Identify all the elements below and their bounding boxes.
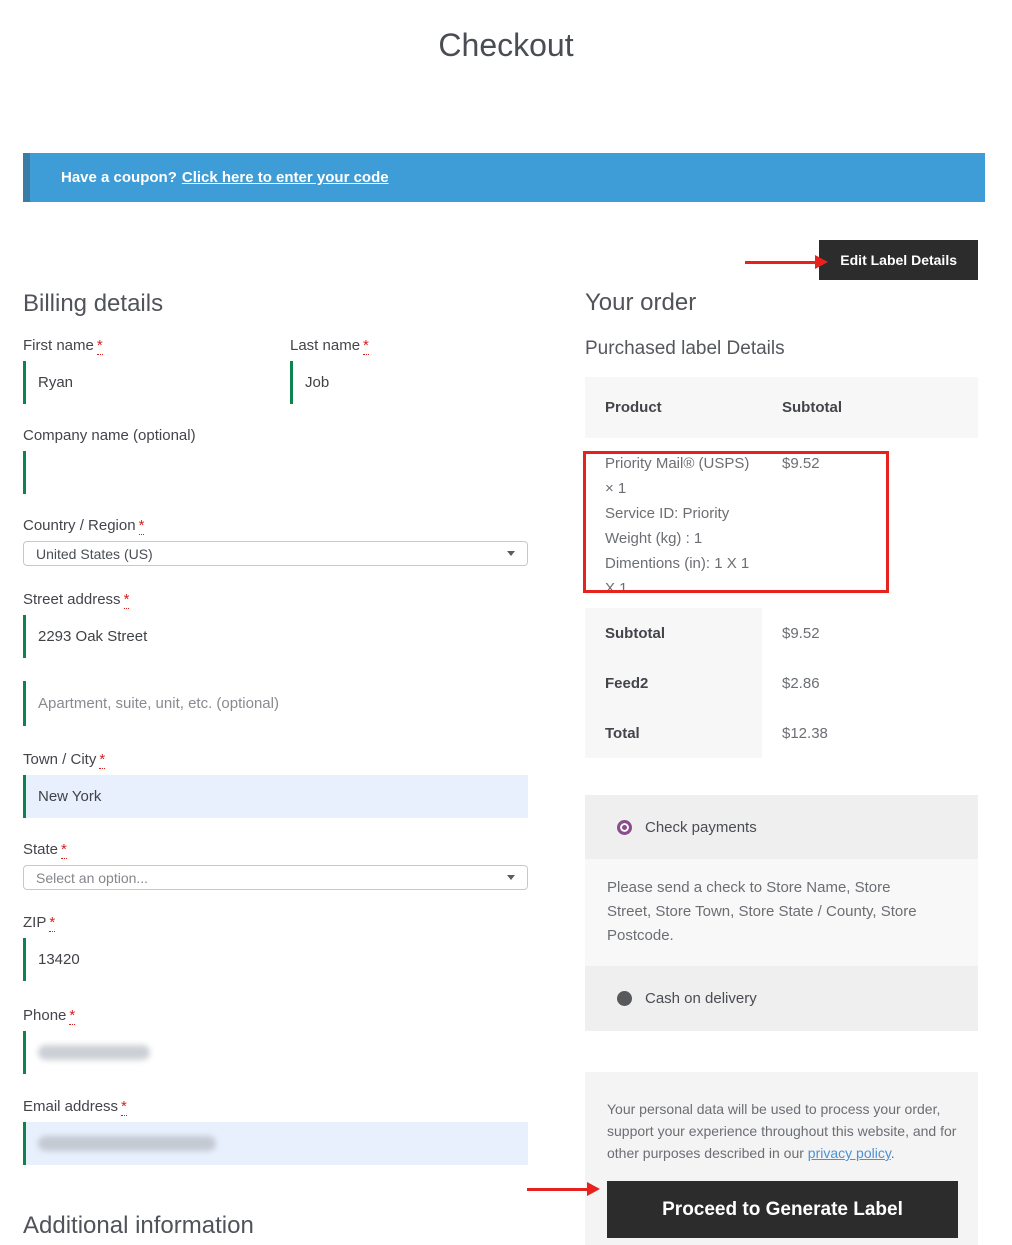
subtotal-row-value: $9.52 [762, 608, 978, 658]
first-name-input[interactable] [38, 361, 261, 404]
city-field: Town / City* [23, 751, 528, 818]
street-address-input[interactable] [38, 615, 528, 658]
your-order-heading: Your order [585, 289, 978, 317]
privacy-notice: Your personal data will be used to proce… [607, 1098, 958, 1164]
first-name-label: First name* [23, 337, 261, 354]
fee-row-value: $2.86 [762, 658, 978, 708]
city-input[interactable] [38, 775, 528, 818]
product-column-header: Product [585, 377, 762, 438]
phone-value-redacted-blur [38, 1045, 150, 1060]
required-marker: * [124, 591, 130, 609]
proceed-to-generate-label-button[interactable]: Proceed to Generate Label [607, 1181, 958, 1238]
street-address-field: Street address* [23, 591, 528, 658]
state-field: State* Select an option... [23, 841, 528, 890]
first-name-field: First name* [23, 337, 261, 404]
order-column: Edit Label Details Your order Purchased … [585, 240, 978, 1245]
product-row: Priority Mail® (USPS) × 1 Service ID: Pr… [585, 438, 978, 608]
state-label: State* [23, 841, 528, 858]
company-name-label: Company name (optional) [23, 427, 528, 444]
required-marker: * [49, 914, 55, 932]
order-review-table: Product Subtotal Priority Mail® (USPS) ×… [585, 377, 978, 758]
edit-label-details-button[interactable]: Edit Label Details [819, 240, 978, 280]
privacy-policy-link[interactable]: privacy policy [808, 1145, 891, 1161]
company-name-field: Company name (optional) [23, 427, 528, 494]
country-label: Country / Region* [23, 517, 528, 534]
payment-method-cod[interactable]: Cash on delivery [585, 966, 978, 1031]
chevron-down-icon [507, 875, 515, 880]
payment-method-check[interactable]: Check payments [585, 795, 978, 859]
order-submit-section: Your personal data will be used to proce… [585, 1072, 978, 1245]
apartment-input[interactable] [38, 681, 528, 726]
last-name-label: Last name* [290, 337, 528, 354]
check-payments-description: Please send a check to Store Name, Store… [585, 859, 978, 966]
checkout-page: Checkout Have a coupon? Click here to en… [0, 0, 1012, 1245]
product-meta-dimensions-wrap: X 1 [605, 576, 762, 601]
required-marker: * [61, 841, 67, 859]
last-name-input[interactable] [305, 361, 528, 404]
city-label: Town / City* [23, 751, 528, 768]
product-meta-dimensions: Dimentions (in): 1 X 1 [605, 551, 762, 576]
state-select-value: Select an option... [36, 870, 148, 886]
page-title: Checkout [0, 26, 1012, 64]
state-select[interactable]: Select an option... [23, 865, 528, 890]
country-field: Country / Region* United States (US) [23, 517, 528, 566]
payment-methods: Check payments Please send a check to St… [585, 795, 978, 1031]
required-marker: * [69, 1007, 75, 1025]
billing-details-heading: Billing details [23, 290, 528, 318]
subtotal-row-label: Subtotal [585, 608, 762, 658]
phone-input[interactable] [23, 1031, 528, 1074]
email-input[interactable] [23, 1122, 528, 1165]
product-meta-service-id: Service ID: Priority [605, 501, 762, 526]
coupon-text: Have a coupon? [61, 169, 177, 186]
additional-information-heading: Additional information [23, 1212, 528, 1240]
subtotal-column-header: Subtotal [762, 377, 978, 438]
check-payments-radio[interactable] [617, 820, 632, 835]
street-address-label: Street address* [23, 591, 528, 608]
email-value-redacted-blur [38, 1136, 216, 1151]
coupon-link[interactable]: Click here to enter your code [182, 169, 389, 186]
product-cell: Priority Mail® (USPS) × 1 Service ID: Pr… [585, 438, 762, 608]
purchased-label-details-heading: Purchased label Details [585, 338, 978, 360]
product-subtotal-value: $9.52 [762, 438, 978, 608]
cash-on-delivery-label: Cash on delivery [645, 990, 757, 1007]
privacy-text-end: . [891, 1145, 895, 1161]
required-marker: * [121, 1098, 127, 1116]
required-marker: * [139, 517, 145, 535]
phone-field: Phone* [23, 1007, 528, 1074]
company-name-input[interactable] [38, 451, 528, 494]
chevron-down-icon [507, 551, 515, 556]
total-row-label: Total [585, 708, 762, 758]
product-name: Priority Mail® (USPS) [605, 451, 762, 476]
total-row: Total $12.38 [585, 708, 978, 758]
required-marker: * [99, 751, 105, 769]
country-select[interactable]: United States (US) [23, 541, 528, 566]
required-marker: * [97, 337, 103, 355]
country-select-value: United States (US) [36, 546, 153, 562]
total-row-value: $12.38 [762, 708, 978, 758]
fee-row: Feed2 $2.86 [585, 658, 978, 708]
privacy-text: Your personal data will be used to proce… [607, 1101, 956, 1161]
product-quantity: × 1 [605, 476, 762, 501]
table-header-row: Product Subtotal [585, 377, 978, 438]
fee-row-label: Feed2 [585, 658, 762, 708]
coupon-banner: Have a coupon? Click here to enter your … [23, 153, 985, 202]
zip-input[interactable] [38, 938, 528, 981]
required-marker: * [363, 337, 369, 355]
subtotal-row: Subtotal $9.52 [585, 608, 978, 658]
check-payments-label: Check payments [645, 819, 757, 836]
billing-column: Billing details First name* Last name* C… [23, 240, 528, 1240]
email-label: Email address* [23, 1098, 528, 1115]
last-name-field: Last name* [290, 337, 528, 404]
zip-label: ZIP* [23, 914, 528, 931]
apartment-field [23, 681, 528, 726]
email-field: Email address* [23, 1098, 528, 1165]
phone-label: Phone* [23, 1007, 528, 1024]
product-meta-weight: Weight (kg) : 1 [605, 526, 762, 551]
cash-on-delivery-radio[interactable] [617, 991, 632, 1006]
zip-field: ZIP* [23, 914, 528, 981]
